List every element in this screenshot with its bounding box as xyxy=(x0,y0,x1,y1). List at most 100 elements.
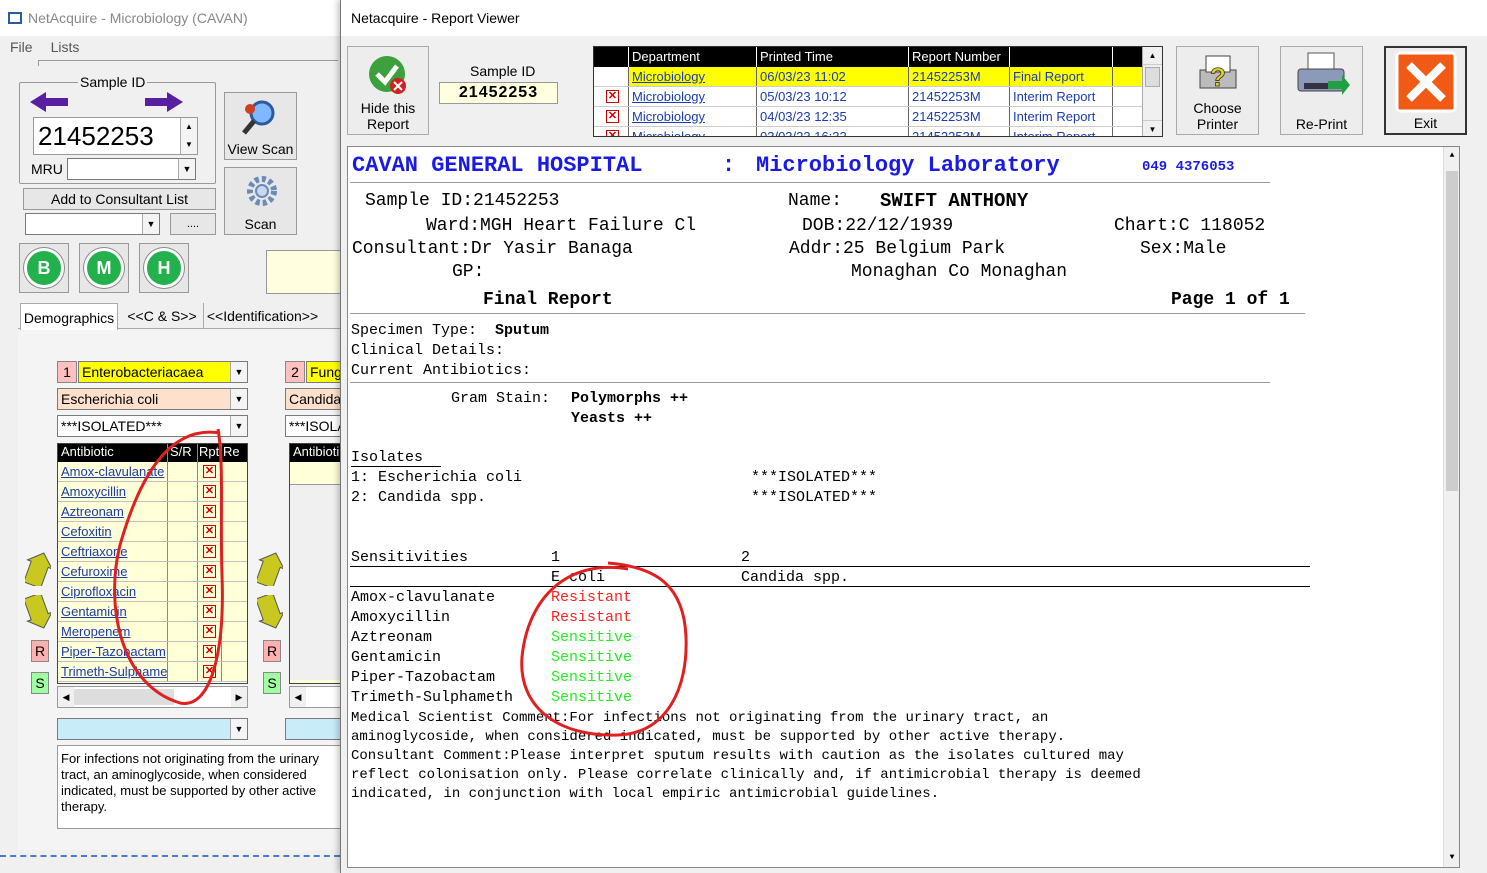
report-number[interactable]: 21452253M xyxy=(909,127,1010,136)
gram-stain-label: Gram Stain: xyxy=(451,390,551,407)
choose-printer-label: Choose Printer xyxy=(1193,100,1242,132)
specimen-label: Specimen Type: xyxy=(351,322,478,339)
report-time[interactable]: 06/03/23 11:02 xyxy=(757,67,909,86)
sample-id-label: Sample ID xyxy=(78,74,148,90)
report-number[interactable]: 21452253M xyxy=(909,107,1010,126)
isolate2-status-combo[interactable]: ***ISOLA xyxy=(285,415,346,437)
magnifier-icon xyxy=(242,100,275,135)
report-time[interactable]: 05/03/23 10:12 xyxy=(757,87,909,106)
mru-combo[interactable]: ▼ xyxy=(67,158,196,180)
resistant-button-2[interactable]: R xyxy=(263,640,281,662)
reprint-button[interactable]: Re-Print xyxy=(1280,46,1363,135)
forward-arrow-icon[interactable] xyxy=(143,92,183,115)
sample-id-spinner[interactable]: ▲ ▼ xyxy=(180,118,197,154)
isolate1-group-combo[interactable]: Enterobacteriacaea ▼ xyxy=(78,361,248,383)
comment-combo-2[interactable] xyxy=(285,718,346,740)
annotation-circle-left xyxy=(113,428,224,705)
m-button-label: M xyxy=(84,248,124,288)
printer-question-icon: ? xyxy=(1199,55,1237,92)
b-button[interactable]: B xyxy=(19,243,69,293)
chevron-down-icon: ▼ xyxy=(142,214,159,234)
sample-id-text: Sample ID:21452253 xyxy=(365,191,560,211)
report-number[interactable]: 21452253M xyxy=(909,87,1010,106)
report-dept[interactable]: Microbiology xyxy=(629,127,757,136)
check-x-icon xyxy=(369,56,406,94)
move-down-arrow-icon[interactable] xyxy=(24,594,52,630)
report-row-checkbox-icon[interactable]: ✕ xyxy=(606,130,619,136)
comment-textbox[interactable]: For infections not originating from the … xyxy=(57,745,347,829)
report-dept[interactable]: Microbiology xyxy=(629,67,757,86)
sensitive-button[interactable]: S xyxy=(31,672,49,694)
choose-printer-button[interactable]: ? Choose Printer xyxy=(1176,46,1259,135)
exit-button[interactable]: Exit xyxy=(1384,46,1467,135)
add-consultant-button[interactable]: Add to Consultant List xyxy=(23,188,216,210)
menu-file[interactable]: File xyxy=(10,39,33,55)
tab-cs[interactable]: <<C & S>> xyxy=(124,303,200,329)
report-time[interactable]: 03/03/23 16:32 xyxy=(757,127,909,136)
isolates-heading: Isolates xyxy=(351,449,442,467)
b-button-label: B xyxy=(24,248,64,288)
specimen-type: Sputum xyxy=(495,322,550,339)
report-type[interactable]: Interim Report xyxy=(1010,87,1113,106)
report-dept[interactable]: Microbiology xyxy=(629,107,757,126)
window-title: NetAcquire - Microbiology (CAVAN) xyxy=(28,10,248,26)
gear-icon xyxy=(247,176,277,206)
col-report-number: Report Number xyxy=(909,47,1010,67)
back-arrow-icon[interactable] xyxy=(30,92,70,115)
report-scrollbar[interactable]: ▲ ▼ xyxy=(1443,147,1459,867)
report-type[interactable]: Interim Report xyxy=(1010,127,1113,136)
report-type[interactable]: Interim Report xyxy=(1010,107,1113,126)
report-row-checkbox-icon[interactable]: ✕ xyxy=(606,110,619,123)
report-time[interactable]: 04/03/23 12:35 xyxy=(757,107,909,126)
move-up-arrow-icon[interactable] xyxy=(24,551,52,587)
menu-lists[interactable]: Lists xyxy=(51,39,80,55)
isolate2-organism-combo[interactable]: Candida xyxy=(285,388,346,410)
isolate-2-name: 2: Candida spp. xyxy=(351,489,487,506)
tab-identification[interactable]: <<Identification>> xyxy=(203,303,321,329)
report-list-row[interactable]: ✕ Microbiology 03/03/23 16:32 21452253M Inte… xyxy=(594,127,1162,136)
isolate2-grid-header: Antibioti xyxy=(290,444,345,462)
app-icon xyxy=(8,12,22,24)
report-number[interactable]: 21452253M xyxy=(909,67,1010,86)
hospital-name: CAVAN GENERAL HOSPITAL xyxy=(352,153,643,178)
h-button[interactable]: H xyxy=(139,243,189,293)
report-list-row[interactable]: Microbiology 06/03/23 11:02 21452253M Final… xyxy=(594,67,1162,87)
isolate2-hscroll[interactable]: ◀ xyxy=(289,686,346,708)
report-list-row[interactable]: ✕ Microbiology 04/03/23 12:35 21452253M Inte… xyxy=(594,107,1162,127)
isolate1-organism-combo[interactable]: Escherichia coli ▼ xyxy=(57,388,248,410)
comment-line: Consultant Comment:Please interpret sput… xyxy=(351,748,1124,764)
m-button[interactable]: M xyxy=(79,243,129,293)
resistant-button[interactable]: R xyxy=(31,640,49,662)
hide-report-button[interactable]: Hide this Report xyxy=(347,46,429,135)
comment-combo[interactable]: ▼ xyxy=(57,718,248,740)
chevron-down-icon: ▼ xyxy=(178,159,195,179)
col-department: Department xyxy=(629,47,757,67)
page-indicator: Page 1 of 1 xyxy=(1171,290,1290,310)
report-row-checkbox-icon[interactable]: ✕ xyxy=(606,90,619,103)
sample-id-input[interactable]: 21452253 xyxy=(33,117,198,155)
report-rule xyxy=(350,313,1305,314)
scan-button[interactable]: Scan xyxy=(224,167,297,235)
report-type[interactable]: Final Report xyxy=(1010,67,1113,86)
sensitive-button-2[interactable]: S xyxy=(263,672,281,694)
lab-phone: 049 4376053 xyxy=(1142,159,1235,175)
patient-name: SWIFT ANTHONY xyxy=(880,190,1029,212)
sensitivity-antibiotic: Piper-Tazobactam xyxy=(351,669,496,686)
browse-button[interactable]: .... xyxy=(170,213,216,235)
tab-demographics[interactable]: Demographics xyxy=(20,303,118,331)
isolate2-grid: Antibioti xyxy=(289,443,346,684)
current-antibiotics: Current Antibiotics: xyxy=(351,362,532,379)
scan-label: Scan xyxy=(244,216,277,232)
header-separator: : xyxy=(722,153,736,178)
hide-report-label: Hide this Report xyxy=(360,100,416,132)
move-down-arrow-icon-2[interactable] xyxy=(256,594,284,630)
report-dept[interactable]: Microbiology xyxy=(629,87,757,106)
report-list-scrollbar[interactable]: ▲ ▼ xyxy=(1142,47,1162,136)
report-list-row[interactable]: ✕ Microbiology 05/03/23 10:12 21452253M Inte… xyxy=(594,87,1162,107)
chart-text: Chart:C 118052 xyxy=(1114,216,1266,236)
consultant-combo[interactable]: ▼ xyxy=(25,213,160,235)
reprint-label: Re-Print xyxy=(1295,116,1348,132)
move-up-arrow-icon-2[interactable] xyxy=(256,551,284,587)
col-printed-time: Printed Time xyxy=(757,47,909,67)
view-scan-button[interactable]: View Scan xyxy=(224,92,297,160)
